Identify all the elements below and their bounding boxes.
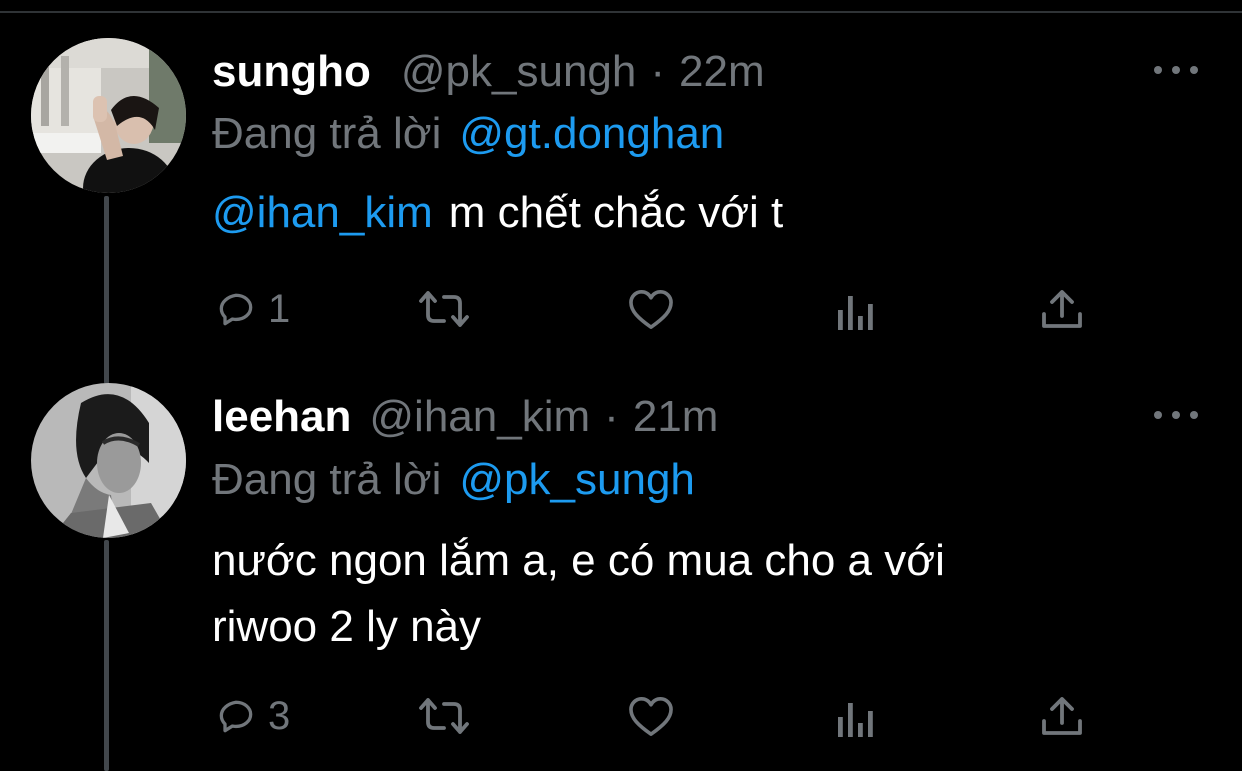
heart-icon [629,697,673,736]
reply-count: 1 [268,287,291,331]
more-options-button[interactable] [1154,60,1198,80]
more-dot [1172,411,1180,419]
reply-icon [219,700,253,733]
tweet-text: nước ngon lắm a, e có mua cho a với riwo… [212,528,945,660]
share-button[interactable] [1040,288,1084,330]
reply-icon [219,293,253,326]
reply-button[interactable]: 3 [214,694,290,738]
like-button[interactable] [628,696,674,738]
analytics-icon [838,296,873,330]
share-icon [1042,290,1082,328]
like-button[interactable] [628,289,674,331]
avatar-photo [31,383,186,538]
tweet-text: @ihan_kim m chết chắc với t [212,180,783,246]
retweet-button[interactable] [418,696,470,736]
replying-to: Đang trả lời @gt.donghan [212,112,724,156]
timestamp[interactable]: 21m [633,395,719,439]
more-dots-icon [1154,66,1162,74]
separator-dot: · [604,392,619,441]
thread-line [104,196,109,384]
user-handle[interactable]: @ihan_kim [369,395,590,439]
display-name[interactable]: leehan [212,395,351,439]
tweet-header: sungho @pk_sungh · 22m [212,50,765,94]
share-icon [1042,697,1082,735]
avatar-leehan[interactable] [31,383,186,538]
more-dot [1172,66,1180,74]
more-options-button[interactable] [1154,405,1198,425]
more-dot [1190,411,1198,419]
tweet-body-line-2: riwoo 2 ly này [212,602,482,651]
analytics-icon [838,703,873,737]
tweet-header: leehan @ihan_kim · 21m [212,395,718,439]
retweet-icon [419,291,469,327]
heart-icon [629,290,673,329]
share-button[interactable] [1040,695,1084,737]
replying-to: Đang trả lời @pk_sungh [212,458,695,502]
text-mention[interactable]: @ihan_kim [212,188,433,237]
replying-prefix: Đang trả lời [212,109,442,158]
separator-dot: · [650,47,666,96]
views-button[interactable] [836,701,876,737]
user-handle[interactable]: @pk_sungh [401,50,637,94]
avatar-photo [31,38,186,193]
tweet-body: m chết chắc với t [448,188,784,237]
retweet-icon [419,698,469,734]
replying-to-mention[interactable]: @pk_sungh [459,455,695,504]
reply-button[interactable]: 1 [214,287,290,331]
timestamp[interactable]: 22m [679,50,765,94]
replying-prefix: Đang trả lời [212,455,442,504]
reply-count: 3 [268,694,291,738]
display-name[interactable]: sungho [212,50,371,94]
tweet-body-line-1: nước ngon lắm a, e có mua cho a với [212,536,945,585]
more-dot [1190,66,1198,74]
replying-to-mention[interactable]: @gt.donghan [459,109,724,158]
top-divider [0,11,1242,13]
retweet-button[interactable] [418,289,470,329]
avatar-sungho[interactable] [31,38,186,193]
thread-line-continuation [104,540,109,771]
more-dots-icon [1154,411,1162,419]
views-button[interactable] [836,294,876,330]
